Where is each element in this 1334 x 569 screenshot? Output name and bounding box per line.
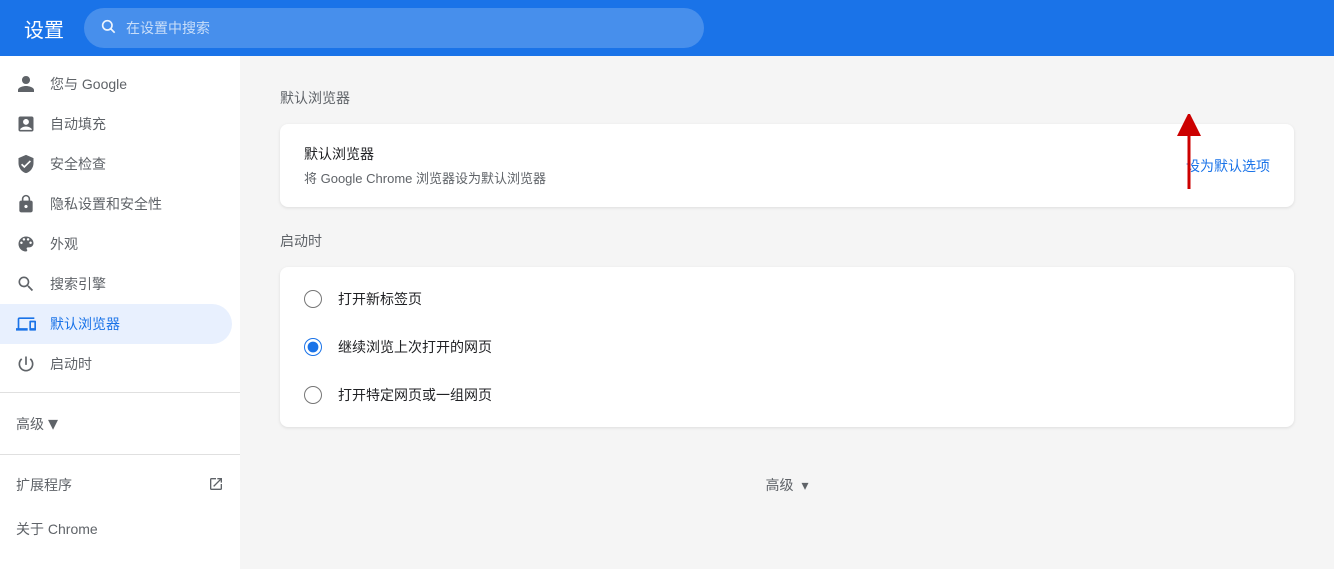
search-engine-icon (16, 274, 36, 294)
sidebar-item-default-browser[interactable]: 默认浏览器 (0, 304, 232, 344)
radio-specific[interactable] (304, 386, 322, 404)
sidebar-divider (0, 392, 240, 393)
card-info: 默认浏览器 将 Google Chrome 浏览器设为默认浏览器 (304, 144, 546, 187)
set-default-button[interactable]: 设为默认选项 (1186, 156, 1270, 176)
sidebar-item-default-browser-label: 默认浏览器 (50, 314, 120, 334)
content-advanced[interactable]: 高级 ▾ (765, 475, 808, 495)
lock-icon (16, 194, 36, 214)
search-icon (100, 18, 116, 39)
startup-option-specific[interactable]: 打开特定网页或一组网页 (280, 371, 1294, 419)
external-link-icon (208, 476, 224, 495)
sidebar-advanced-label: 高级 (16, 414, 44, 434)
sidebar-item-autofill-label: 自动填充 (50, 114, 106, 134)
sidebar-item-privacy-label: 隐私设置和安全性 (50, 194, 162, 214)
startup-option-new-tab[interactable]: 打开新标签页 (280, 275, 1294, 323)
sidebar-item-google[interactable]: 您与 Google (0, 64, 232, 104)
startup-specific-label: 打开特定网页或一组网页 (338, 385, 492, 405)
chevron-down-icon: ▾ (48, 411, 58, 436)
default-browser-card: 默认浏览器 将 Google Chrome 浏览器设为默认浏览器 设为默认选项 (280, 124, 1294, 207)
sidebar-item-about[interactable]: 关于 Chrome (0, 507, 240, 551)
shield-icon (16, 154, 36, 174)
sidebar: 您与 Google 自动填充 安全检查 隐私设置和安全性 外观 (0, 56, 240, 569)
card-row: 默认浏览器 将 Google Chrome 浏览器设为默认浏览器 设为默认选项 (304, 144, 1270, 187)
sidebar-item-search[interactable]: 搜索引擎 (0, 264, 232, 304)
sidebar-item-security-label: 安全检查 (50, 154, 106, 174)
radio-new-tab[interactable] (304, 290, 322, 308)
card-desc: 将 Google Chrome 浏览器设为默认浏览器 (304, 168, 546, 187)
startup-new-tab-label: 打开新标签页 (338, 289, 422, 309)
sidebar-item-startup-label: 启动时 (50, 354, 92, 374)
autofill-icon (16, 114, 36, 134)
default-browser-section-title: 默认浏览器 (280, 88, 1294, 108)
sidebar-item-autofill[interactable]: 自动填充 (0, 104, 232, 144)
content-advanced-label: 高级 (765, 475, 793, 495)
main-container: 您与 Google 自动填充 安全检查 隐私设置和安全性 外观 (0, 56, 1334, 569)
sidebar-item-search-label: 搜索引擎 (50, 274, 106, 294)
browser-icon (16, 314, 36, 334)
sidebar-extensions-label: 扩展程序 (16, 475, 72, 495)
sidebar-item-appearance-label: 外观 (50, 234, 78, 254)
power-icon (16, 354, 36, 374)
sidebar-item-extensions[interactable]: 扩展程序 (0, 463, 240, 507)
sidebar-item-privacy[interactable]: 隐私设置和安全性 (0, 184, 232, 224)
page-title: 设置 (24, 14, 64, 43)
card-name: 默认浏览器 (304, 144, 546, 164)
radio-continue[interactable] (304, 338, 322, 356)
startup-section-title: 启动时 (280, 231, 1294, 251)
search-bar (84, 8, 704, 48)
startup-option-continue[interactable]: 继续浏览上次打开的网页 (280, 323, 1294, 371)
palette-icon (16, 234, 36, 254)
person-icon (16, 74, 36, 94)
startup-card: 打开新标签页 继续浏览上次打开的网页 打开特定网页或一组网页 (280, 267, 1294, 427)
content-chevron-icon: ▾ (801, 477, 808, 494)
sidebar-item-appearance[interactable]: 外观 (0, 224, 232, 264)
startup-continue-label: 继续浏览上次打开的网页 (338, 337, 492, 357)
content-area: 默认浏览器 默认浏览器 将 Google Chrome 浏览器设为默认浏览器 设… (240, 56, 1334, 569)
sidebar-about-label: 关于 Chrome (16, 519, 98, 539)
sidebar-advanced[interactable]: 高级 ▾ (0, 401, 240, 446)
header: 设置 (0, 0, 1334, 56)
search-input[interactable] (126, 20, 688, 36)
sidebar-item-security[interactable]: 安全检查 (0, 144, 232, 184)
sidebar-item-startup[interactable]: 启动时 (0, 344, 232, 384)
sidebar-divider-2 (0, 454, 240, 455)
sidebar-item-google-label: 您与 Google (50, 74, 127, 94)
